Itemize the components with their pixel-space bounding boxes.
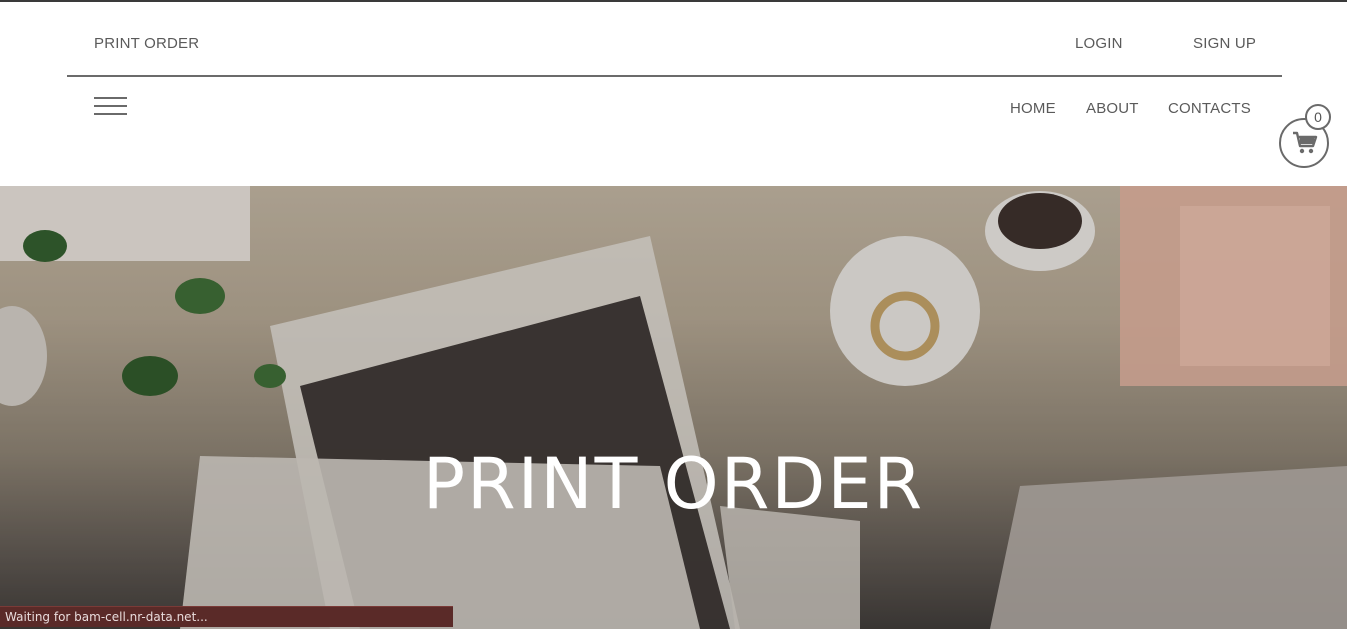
nav-home[interactable]: HOME — [1010, 100, 1056, 117]
hero-overlay — [0, 186, 1347, 629]
nav-contacts[interactable]: CONTACTS — [1168, 100, 1251, 117]
hamburger-bar — [94, 113, 127, 115]
brand-logo-text[interactable]: PRINT ORDER — [94, 35, 199, 52]
browser-status-bar: Waiting for bam-cell.nr-data.net... — [0, 606, 453, 627]
hero-banner: PRINT ORDER — [0, 186, 1347, 629]
cart-count-badge: 0 — [1305, 104, 1331, 130]
site-header: PRINT ORDER LOGIN SIGN UP HOME ABOUT CON… — [0, 2, 1347, 186]
hamburger-bar — [94, 105, 127, 107]
signup-link[interactable]: SIGN UP — [1193, 35, 1256, 52]
nav-about[interactable]: ABOUT — [1086, 100, 1139, 117]
login-link[interactable]: LOGIN — [1075, 35, 1123, 52]
header-divider — [67, 75, 1282, 77]
shopping-cart-icon — [1293, 131, 1318, 154]
hero-title: PRINT ORDER — [422, 442, 925, 525]
hamburger-menu-icon[interactable] — [94, 97, 127, 117]
hamburger-bar — [94, 97, 127, 99]
